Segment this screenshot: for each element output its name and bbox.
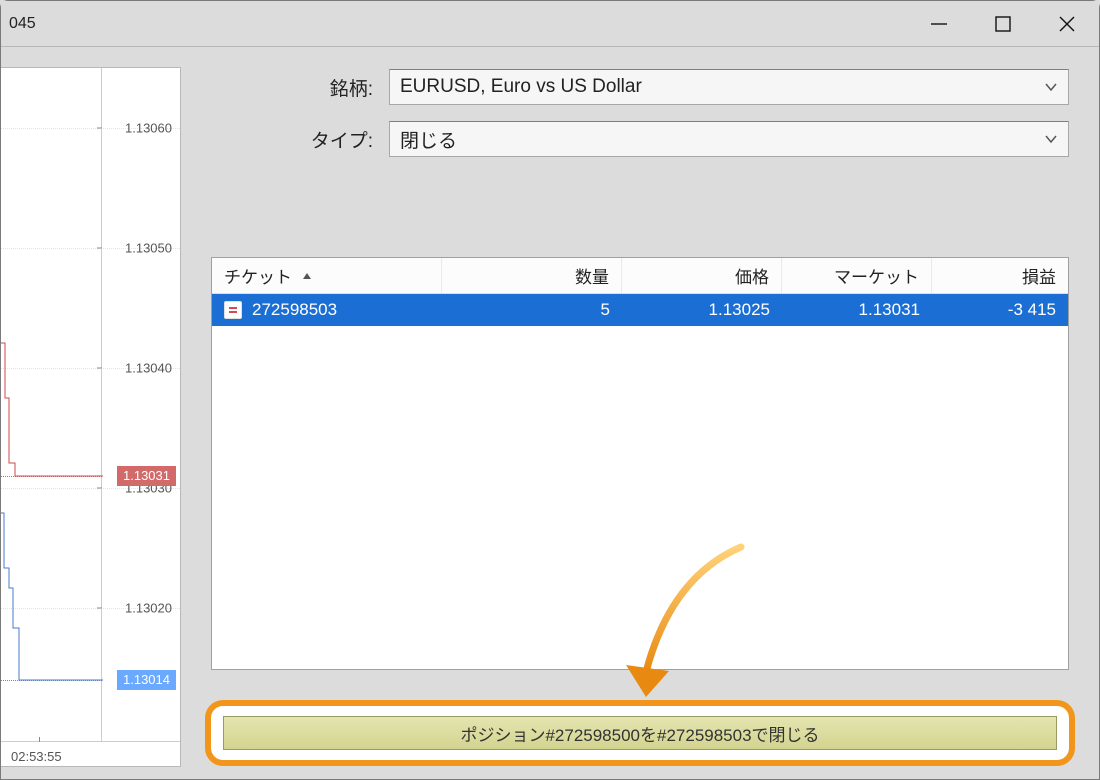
- chart-ylabel: 1.13040: [125, 361, 172, 376]
- symbol-label: 銘柄:: [211, 74, 389, 101]
- chart-price-ask: 1.13031: [117, 466, 176, 486]
- position-icon: [224, 301, 242, 319]
- close-position-highlight: ポジション#272598500を#272598503で閉じる: [205, 700, 1075, 766]
- chart-ylabel: 1.13060: [125, 121, 172, 136]
- chart-ylabel: 1.13020: [125, 601, 172, 616]
- close-position-button[interactable]: ポジション#272598500を#272598503で閉じる: [223, 716, 1057, 750]
- cell-pl: -3 415: [1008, 300, 1056, 320]
- col-ticket[interactable]: チケット: [212, 258, 442, 293]
- col-market[interactable]: マーケット: [782, 258, 932, 293]
- cell-ticket: 272598503: [252, 300, 337, 320]
- chart-series: [1, 68, 103, 744]
- chevron-down-icon: [1044, 132, 1058, 146]
- minimize-button[interactable]: [907, 1, 971, 47]
- maximize-button[interactable]: [971, 1, 1035, 47]
- symbol-select[interactable]: EURUSD, Euro vs US Dollar: [389, 69, 1069, 105]
- window-titlebar: 045: [1, 1, 1099, 47]
- type-select[interactable]: 閉じる: [389, 121, 1069, 157]
- cell-market: 1.13031: [859, 300, 920, 320]
- cell-price: 1.13025: [709, 300, 770, 320]
- close-window-button[interactable]: [1035, 1, 1099, 47]
- window-title: 045: [1, 15, 36, 33]
- type-label: タイプ:: [211, 126, 389, 153]
- price-chart: 1.13060 1.13050 1.13040 1.13030 1.13020 …: [1, 67, 181, 767]
- col-price[interactable]: 価格: [622, 258, 782, 293]
- table-row[interactable]: 272598503 5 1.13025 1.13031 -3 415: [212, 294, 1068, 326]
- cell-volume: 5: [601, 300, 610, 320]
- chart-ylabel: 1.13050: [125, 241, 172, 256]
- maximize-icon: [995, 16, 1011, 32]
- minimize-icon: [931, 16, 947, 32]
- chart-xlabel: 02:53:55: [11, 749, 62, 764]
- sort-asc-icon: [302, 271, 312, 281]
- chart-price-bid: 1.13014: [117, 670, 176, 690]
- type-select-value: 閉じる: [400, 126, 457, 153]
- positions-table[interactable]: チケット 数量 価格 マーケット 損益 272598503 5 1.13025 …: [211, 257, 1069, 670]
- col-pl[interactable]: 損益: [932, 258, 1068, 293]
- col-volume[interactable]: 数量: [442, 258, 622, 293]
- chevron-down-icon: [1044, 80, 1058, 94]
- symbol-select-value: EURUSD, Euro vs US Dollar: [400, 76, 642, 98]
- close-icon: [1059, 16, 1075, 32]
